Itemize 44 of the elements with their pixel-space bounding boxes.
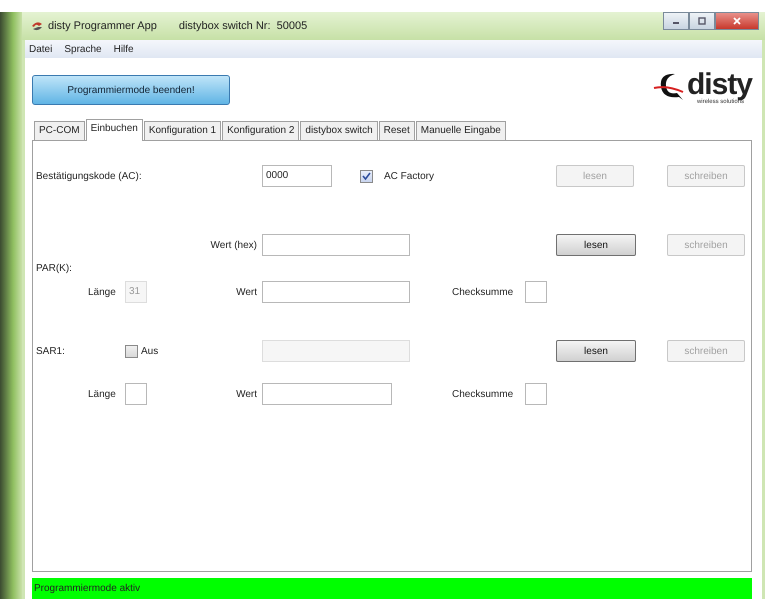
status-bar: Programmiermode aktiv — [32, 578, 752, 599]
menu-item[interactable]: Sprache — [64, 44, 102, 54]
maximize-button[interactable] — [689, 12, 715, 30]
read-button[interactable]: lesen — [556, 340, 636, 362]
field-label: Checksumme — [452, 286, 514, 298]
value-field[interactable] — [262, 383, 392, 405]
field-label: Wert — [236, 286, 258, 298]
read-button[interactable]: lesen — [556, 234, 636, 256]
window-subtitle: distybox switch Nr: 50005 — [178, 20, 308, 32]
checkbox-label: AC Factory — [384, 170, 434, 182]
tab[interactable]: Einbuchen — [86, 119, 143, 141]
maximize-icon — [697, 17, 707, 25]
menu-item[interactable]: Datei — [29, 44, 52, 54]
checkbox[interactable] — [125, 344, 138, 358]
tab[interactable]: Manuelle Eingabe — [416, 121, 506, 140]
checkbox-label: Aus — [141, 346, 158, 356]
field-label: Wert (hex) — [210, 240, 258, 250]
close-button[interactable] — [715, 12, 759, 30]
window-title: disty Programmer App — [48, 20, 157, 32]
close-icon — [732, 17, 742, 25]
menu-item[interactable]: Hilfe — [114, 44, 134, 54]
field-label: Länge — [88, 286, 117, 298]
checksum-field[interactable] — [525, 383, 547, 405]
field-label: Checksumme — [452, 388, 514, 400]
checksum-field[interactable] — [525, 281, 547, 303]
length-field[interactable] — [125, 383, 147, 405]
tab[interactable]: Konfiguration 1 — [144, 121, 222, 140]
value-field[interactable] — [262, 281, 410, 303]
app-icon — [30, 20, 44, 32]
checkbox[interactable] — [360, 170, 373, 182]
end-mode-button[interactable]: Programmiermode beenden! — [32, 75, 230, 105]
section-label: PAR(K): — [36, 263, 73, 274]
field-label: Länge — [88, 388, 117, 400]
field-label: Wert — [236, 388, 258, 400]
section-label: SAR1: — [36, 346, 66, 356]
logo-wordmark: disty — [686, 71, 752, 99]
tab[interactable]: Konfiguration 2 — [222, 121, 300, 140]
code-field[interactable]: 0000 — [262, 165, 332, 187]
tab[interactable]: Reset — [378, 121, 415, 140]
tab[interactable]: PC-COM — [34, 121, 85, 140]
tab[interactable]: distybox switch — [300, 121, 378, 140]
hex-value-field[interactable] — [262, 234, 410, 256]
field-label: Bestätigungskode (AC): — [36, 170, 143, 182]
minimize-button[interactable] — [663, 12, 689, 30]
